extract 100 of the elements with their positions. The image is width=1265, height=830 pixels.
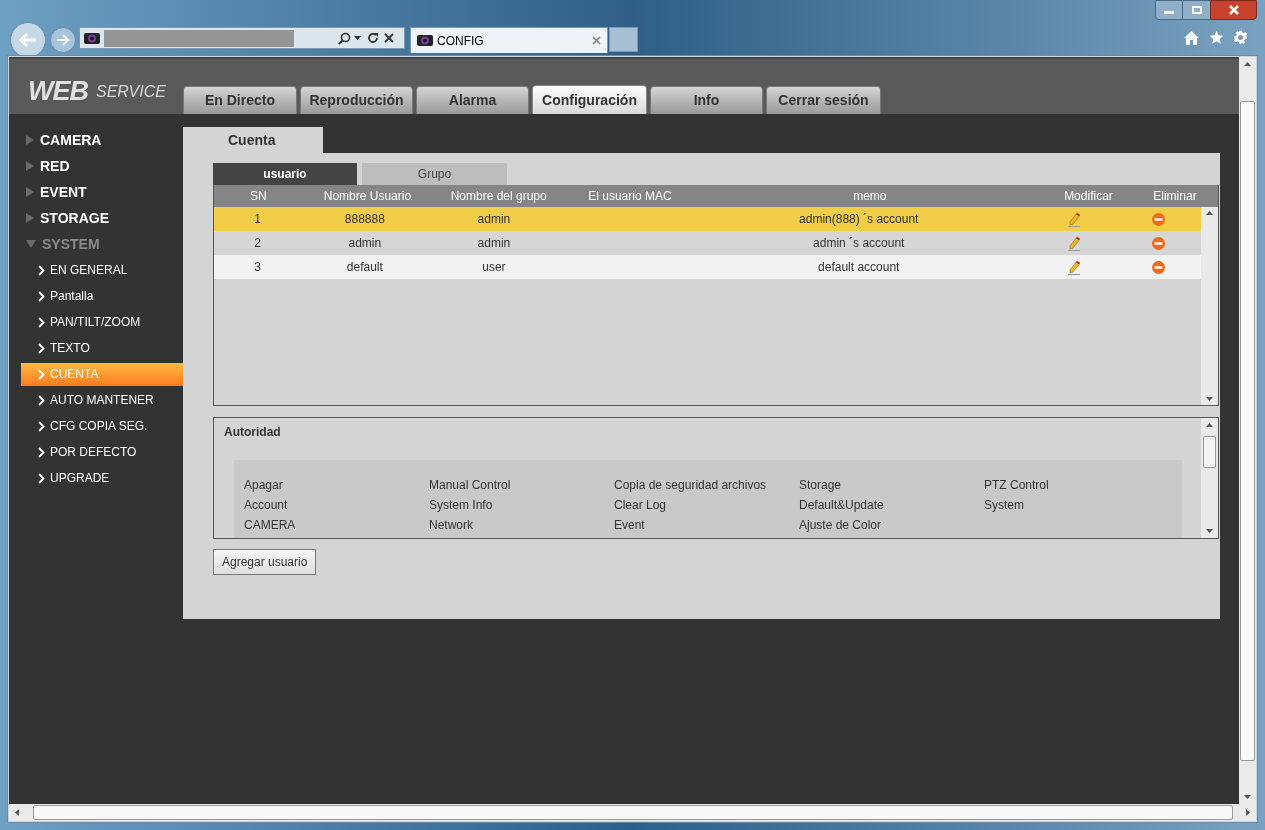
scroll-down-icon[interactable] (1206, 397, 1213, 401)
table-cell-text: admin ´s account (813, 235, 905, 252)
triangle-down-icon (26, 240, 36, 248)
permission-label: Storage (799, 478, 842, 492)
permission-label: Ajuste de Color (799, 518, 882, 532)
table-cell-text: 3 (254, 259, 261, 276)
chevron-right-icon (38, 264, 45, 276)
sidebar-item[interactable]: SYSTEM (21, 231, 183, 257)
table-cell-text: 888888 (344, 211, 385, 228)
refresh-icon[interactable] (367, 32, 379, 44)
permission-label: Event (614, 518, 645, 532)
column-header: memo (852, 188, 888, 205)
table-row[interactable]: 1 888888 admin admin(888) ´s account (214, 207, 1201, 231)
page-scrollbar[interactable] (1239, 57, 1256, 804)
horizontal-scrollbar[interactable] (9, 804, 1256, 821)
chevron-right-icon (38, 472, 45, 484)
scroll-up-icon[interactable] (1206, 211, 1213, 215)
sidebar-subitem[interactable]: POR DEFECTO (21, 440, 183, 464)
sidebar-item[interactable]: RED (21, 153, 183, 179)
sub-tab[interactable]: usuario (213, 163, 357, 185)
scroll-up-icon[interactable] (1244, 62, 1251, 66)
chevron-right-icon (38, 368, 45, 380)
scroll-thumb[interactable] (1203, 436, 1216, 468)
table-cell-text: admin (477, 211, 511, 228)
chevron-right-icon (38, 316, 45, 328)
sidebar-subitem[interactable]: PAN/TILT/ZOOM (21, 310, 183, 334)
dropdown-icon[interactable] (354, 36, 361, 40)
star-icon[interactable] (1209, 30, 1224, 45)
scroll-up-icon[interactable] (1206, 423, 1213, 427)
maximize-button[interactable] (1183, 0, 1210, 20)
sidebar-item[interactable]: CAMERA (21, 127, 183, 153)
minimize-button[interactable] (1155, 0, 1183, 20)
add-user-button[interactable]: Agregar usuario (213, 549, 317, 575)
table-cell-text: admin (348, 235, 382, 252)
table-cell-text: user (482, 259, 506, 276)
chevron-right-icon (38, 420, 45, 432)
sub-tab[interactable]: Grupo (362, 163, 507, 185)
chevron-right-icon (38, 290, 45, 302)
address-bar[interactable] (79, 27, 405, 49)
sidebar-subitem[interactable]: EN GENERAL (21, 258, 183, 282)
camera-icon (84, 31, 100, 45)
sidebar-subitem[interactable]: Pantalla (21, 284, 183, 308)
scroll-thumb[interactable] (1240, 100, 1255, 761)
sidebar-item[interactable]: EVENT (21, 179, 183, 205)
back-button[interactable] (10, 22, 46, 58)
permission-label: Account (244, 498, 288, 512)
close-icon[interactable] (592, 36, 601, 45)
nav-tab[interactable]: Alarma (416, 86, 529, 114)
permission-label: Manual Control (429, 478, 511, 492)
edit-icon[interactable] (1066, 211, 1081, 227)
vertical-scrollbar[interactable] (1201, 418, 1218, 538)
sidebar-subitem[interactable]: TEXTO (21, 336, 183, 360)
scroll-right-icon[interactable] (1246, 809, 1250, 816)
scroll-thumb[interactable] (32, 805, 1233, 820)
camera-icon (417, 34, 433, 47)
delete-icon[interactable] (1152, 212, 1166, 226)
permission-label: Apagar (244, 478, 283, 492)
column-header: SN (249, 188, 268, 205)
vertical-scrollbar[interactable] (1201, 207, 1218, 405)
permission-label: Default&Update (799, 498, 884, 512)
stop-icon[interactable] (384, 33, 394, 43)
search-icon[interactable] (338, 31, 351, 45)
delete-icon[interactable] (1152, 236, 1166, 250)
back-arrow-icon (18, 32, 38, 48)
nav-tab[interactable]: Reproducción (300, 86, 413, 114)
scroll-down-icon[interactable] (1206, 529, 1213, 533)
table-cell-text: 2 (254, 235, 261, 252)
nav-tab[interactable]: En Directo (183, 86, 297, 114)
scroll-left-icon[interactable] (15, 809, 19, 816)
chevron-right-icon (38, 394, 45, 406)
table-cell-text: admin(888) ´s account (799, 211, 919, 228)
column-header: Eliminar (1152, 188, 1198, 205)
nav-tab[interactable]: Info (650, 86, 763, 114)
column-header: Modificar (1063, 188, 1114, 205)
delete-icon[interactable] (1152, 260, 1166, 274)
permission-label: Copia de seguridad archivos (614, 478, 767, 492)
sidebar-item[interactable]: STORAGE (21, 205, 183, 231)
permission-label: Network (429, 518, 473, 532)
close-button[interactable] (1210, 0, 1257, 20)
forward-button[interactable] (50, 27, 76, 53)
sidebar-subitem[interactable]: CFG COPIA SEG. (21, 414, 183, 438)
sidebar-subitem[interactable]: UPGRADE (21, 466, 183, 490)
tab-title: CONFIG (437, 32, 485, 50)
edit-icon[interactable] (1066, 235, 1081, 251)
nav-tab[interactable]: Configuración (532, 85, 647, 114)
logo-subtext: SERVICE (96, 83, 166, 100)
scroll-down-icon[interactable] (1244, 795, 1251, 799)
permission-label: Clear Log (614, 498, 667, 512)
browser-tab[interactable]: CONFIG (410, 27, 608, 53)
triangle-right-icon (26, 161, 34, 171)
column-header: El usuario MAC (587, 188, 673, 205)
permission-label: System (984, 498, 1024, 512)
table-row[interactable]: 3 default user default account (214, 255, 1201, 279)
edit-icon[interactable] (1066, 259, 1081, 275)
settings-icon[interactable] (1233, 30, 1248, 45)
triangle-right-icon (26, 187, 34, 197)
page-tab[interactable]: Cuenta (183, 127, 323, 153)
home-icon[interactable] (1184, 31, 1199, 45)
nav-tab[interactable]: Cerrar sesión (766, 86, 881, 114)
sidebar-subitem[interactable]: AUTO MANTENER (21, 388, 183, 412)
